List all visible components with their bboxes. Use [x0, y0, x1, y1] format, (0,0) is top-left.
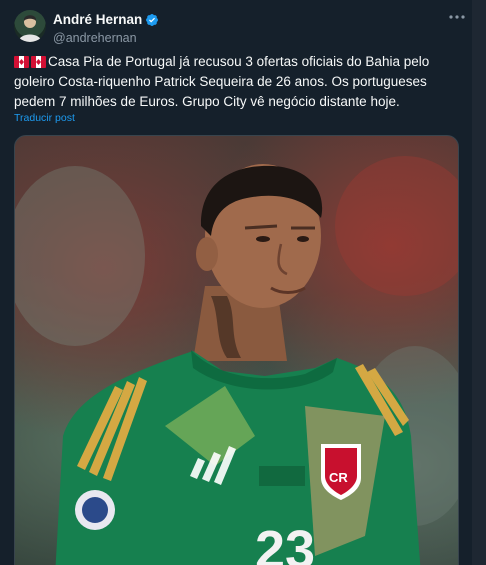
author-block: André Hernan @andrehernan — [53, 11, 159, 46]
translate-post-link[interactable]: Traducir post — [14, 112, 75, 124]
costa-rica-flag-icon — [31, 56, 46, 68]
tweet-post: André Hernan @andrehernan Casa Pia de Po… — [0, 0, 486, 565]
jersey-number: 23 — [255, 520, 315, 565]
author-handle[interactable]: @andrehernan — [53, 30, 159, 46]
author-display-name[interactable]: André Hernan — [53, 12, 142, 28]
post-image[interactable]: 23 CR — [14, 135, 459, 565]
scrollbar[interactable] — [472, 0, 486, 565]
post-body: Casa Pia de Portugal já recusou 3 oferta… — [14, 54, 430, 109]
more-options-button[interactable] — [446, 10, 468, 28]
more-options-icon — [449, 15, 465, 19]
post-header: André Hernan @andrehernan — [14, 10, 472, 46]
player-photo: 23 CR — [15, 156, 458, 565]
costa-rica-flag-icon — [14, 56, 29, 68]
avatar-icon — [18, 15, 42, 42]
verified-badge-icon — [146, 13, 159, 26]
post-text: Casa Pia de Portugal já recusou 3 oferta… — [14, 52, 459, 112]
crest-letters: CR — [329, 470, 348, 485]
avatar[interactable] — [14, 10, 46, 42]
